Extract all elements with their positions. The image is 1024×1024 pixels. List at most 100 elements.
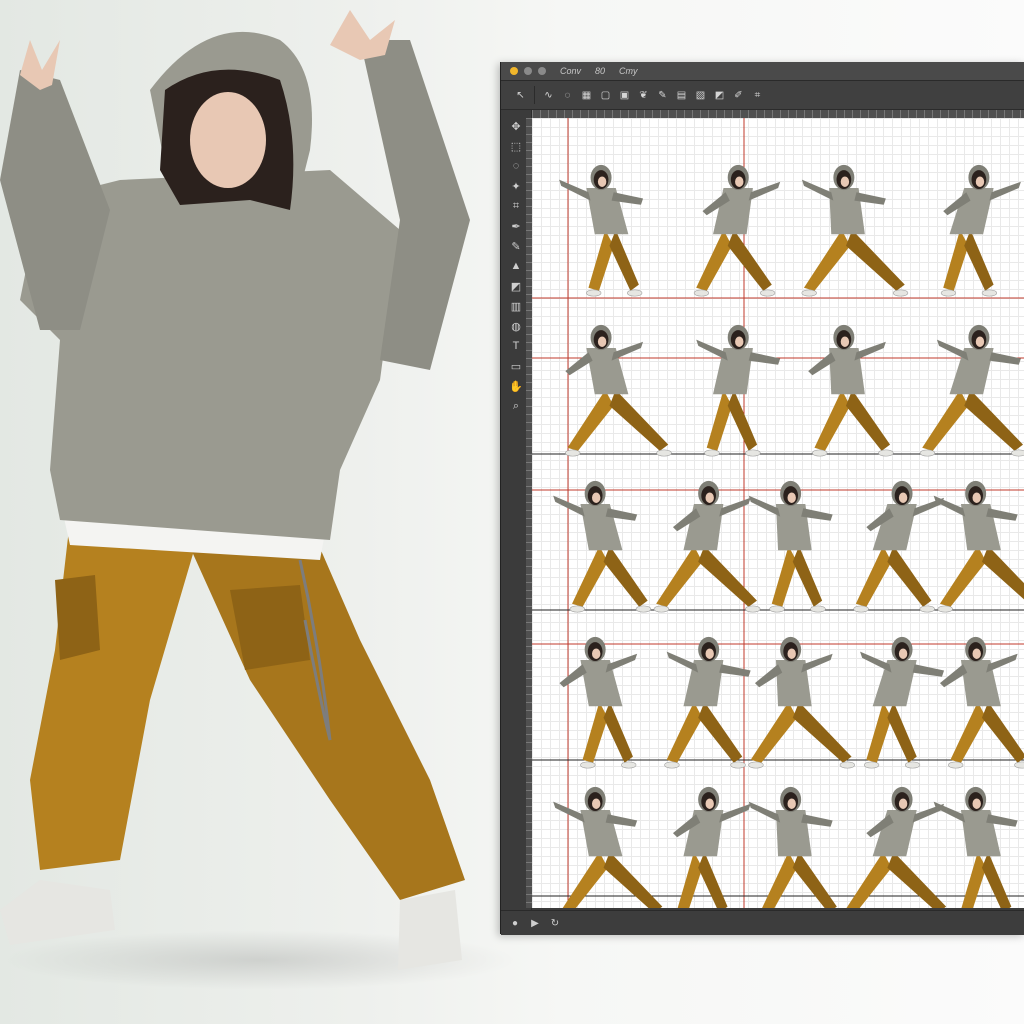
sprite-frame	[801, 164, 909, 297]
sprite-frame	[808, 324, 894, 457]
shape-icon[interactable]: ▭	[508, 358, 524, 374]
sprite-frame	[846, 786, 947, 908]
sprite-shoe	[904, 761, 921, 769]
gradient-icon[interactable]: ▥	[508, 298, 524, 314]
menu-item[interactable]: Cmy	[619, 66, 638, 76]
sprite-arm	[989, 352, 1021, 365]
brush-icon[interactable]: ✎	[508, 238, 524, 254]
sprite-frame	[933, 786, 1018, 908]
sprite-pants	[698, 702, 743, 763]
sprite-frame	[559, 164, 644, 297]
sprite-arm	[553, 801, 585, 823]
brush-tool-icon[interactable]: ✎	[655, 88, 670, 103]
sprite-arm	[801, 653, 833, 673]
sprite-face	[975, 176, 985, 187]
sprite-pants	[677, 851, 703, 908]
curve-tool-icon[interactable]: ∿	[541, 88, 556, 103]
sprite-pants	[803, 230, 851, 291]
sprite-sheet-canvas[interactable]	[532, 118, 1024, 908]
title-bar: Conv 80 Cmy	[501, 62, 1024, 81]
crop-icon[interactable]: ⌗	[508, 198, 524, 214]
close-button[interactable]	[538, 67, 546, 75]
sprite-pants	[845, 390, 891, 451]
sprite-pants	[792, 851, 837, 908]
sprite-face	[972, 798, 981, 809]
menu-item[interactable]: Conv	[560, 66, 581, 76]
text-icon[interactable]: T	[508, 338, 524, 354]
sprite-shoe	[801, 289, 817, 297]
menu-item[interactable]: 80	[595, 66, 605, 76]
sprite-shoe	[730, 761, 746, 769]
sprite-hoodie	[949, 348, 994, 395]
sprite-frame	[553, 786, 663, 908]
record-icon[interactable]: ●	[509, 917, 521, 929]
sprite-pants	[792, 546, 823, 607]
sprite-face	[592, 648, 601, 659]
sprite-frame	[748, 480, 833, 613]
sprite-shoe	[653, 605, 670, 613]
sprite-pants	[981, 851, 1012, 908]
sprite-face	[597, 336, 607, 347]
sprite-hoodie	[949, 188, 994, 235]
sprite-arm	[559, 179, 591, 201]
ruler-horizontal	[532, 110, 1024, 118]
sprite-face	[972, 492, 981, 503]
image-tool-icon[interactable]: ▣	[617, 88, 632, 103]
zoom-button[interactable]	[524, 67, 532, 75]
layers-tool-icon[interactable]: ▤	[674, 88, 689, 103]
sprite-frame	[748, 636, 855, 769]
sprite-face	[735, 176, 744, 187]
sprite-shoe	[769, 605, 785, 613]
sprite-pants	[866, 702, 892, 763]
sprite-hoodie	[713, 188, 753, 235]
scene: Conv 80 Cmy ↖ ∿ ◌ ▦ ▢ ▣ ❦ ✎ ▤ ▧ ◩ ✐ ⌗ ✥ ⬚ ◌ ✦ ⌗ ✒ ✎ ▲ ◩ ▥ ◍ T ▭ ✋…	[0, 0, 1024, 1024]
sprite-arm	[719, 497, 751, 517]
sprite-face	[787, 648, 796, 659]
sprite-frame	[919, 324, 1024, 457]
sprite-shoe	[664, 761, 680, 769]
eraser-icon[interactable]: ◩	[508, 278, 524, 294]
sprite-frame	[939, 636, 1024, 769]
sprite-arm	[666, 651, 699, 673]
sprite-pants	[846, 851, 892, 908]
sprite-arm	[801, 179, 834, 201]
toolbar-separator	[534, 86, 535, 104]
sprite-pants	[603, 546, 648, 607]
sprite-frame	[748, 786, 837, 908]
media-tool-icon[interactable]: ▧	[693, 88, 708, 103]
eraser-tool-icon[interactable]: ◩	[712, 88, 727, 103]
sprite-pants	[964, 230, 994, 291]
loop-icon[interactable]: ↻	[549, 917, 561, 929]
sprite-face	[840, 176, 850, 187]
sprite-shoe	[839, 761, 855, 769]
eyedropper-icon[interactable]: ✒	[508, 218, 524, 234]
leaf-tool-icon[interactable]: ❦	[636, 88, 651, 103]
sprite-shoe	[586, 289, 602, 297]
sprite-frame	[933, 480, 1024, 613]
hand-icon[interactable]: ✋	[508, 378, 524, 394]
select-icon[interactable]: ⬚	[508, 138, 524, 154]
sprite-pants	[887, 546, 932, 607]
arrow-tool-icon[interactable]: ↖	[513, 88, 528, 103]
crop-tool-icon[interactable]: ⌗	[750, 88, 765, 103]
sprite-hoodie	[872, 660, 917, 707]
grid-tool-icon[interactable]: ▦	[579, 88, 594, 103]
sprite-face	[898, 648, 908, 659]
lasso-tool-icon[interactable]: ◌	[560, 88, 575, 103]
zoom-icon[interactable]: ⌕	[508, 398, 524, 414]
right-hand	[330, 10, 395, 60]
sprite-arm	[912, 664, 945, 677]
pen-tool-icon[interactable]: ✐	[731, 88, 746, 103]
blur-icon[interactable]: ◍	[508, 318, 524, 334]
sprite-pants	[656, 546, 703, 607]
play-icon[interactable]: ▶	[529, 917, 541, 929]
minimize-button[interactable]	[510, 67, 518, 75]
frame-tool-icon[interactable]: ▢	[598, 88, 613, 103]
lasso-icon[interactable]: ◌	[508, 158, 524, 174]
sprite-arm	[748, 495, 781, 517]
magic-wand-icon[interactable]: ✦	[508, 178, 524, 194]
move-icon[interactable]: ✥	[508, 118, 524, 134]
sprite-shoe	[981, 289, 998, 297]
stamp-icon[interactable]: ▲	[508, 258, 524, 274]
sprite-shoe	[704, 449, 720, 457]
